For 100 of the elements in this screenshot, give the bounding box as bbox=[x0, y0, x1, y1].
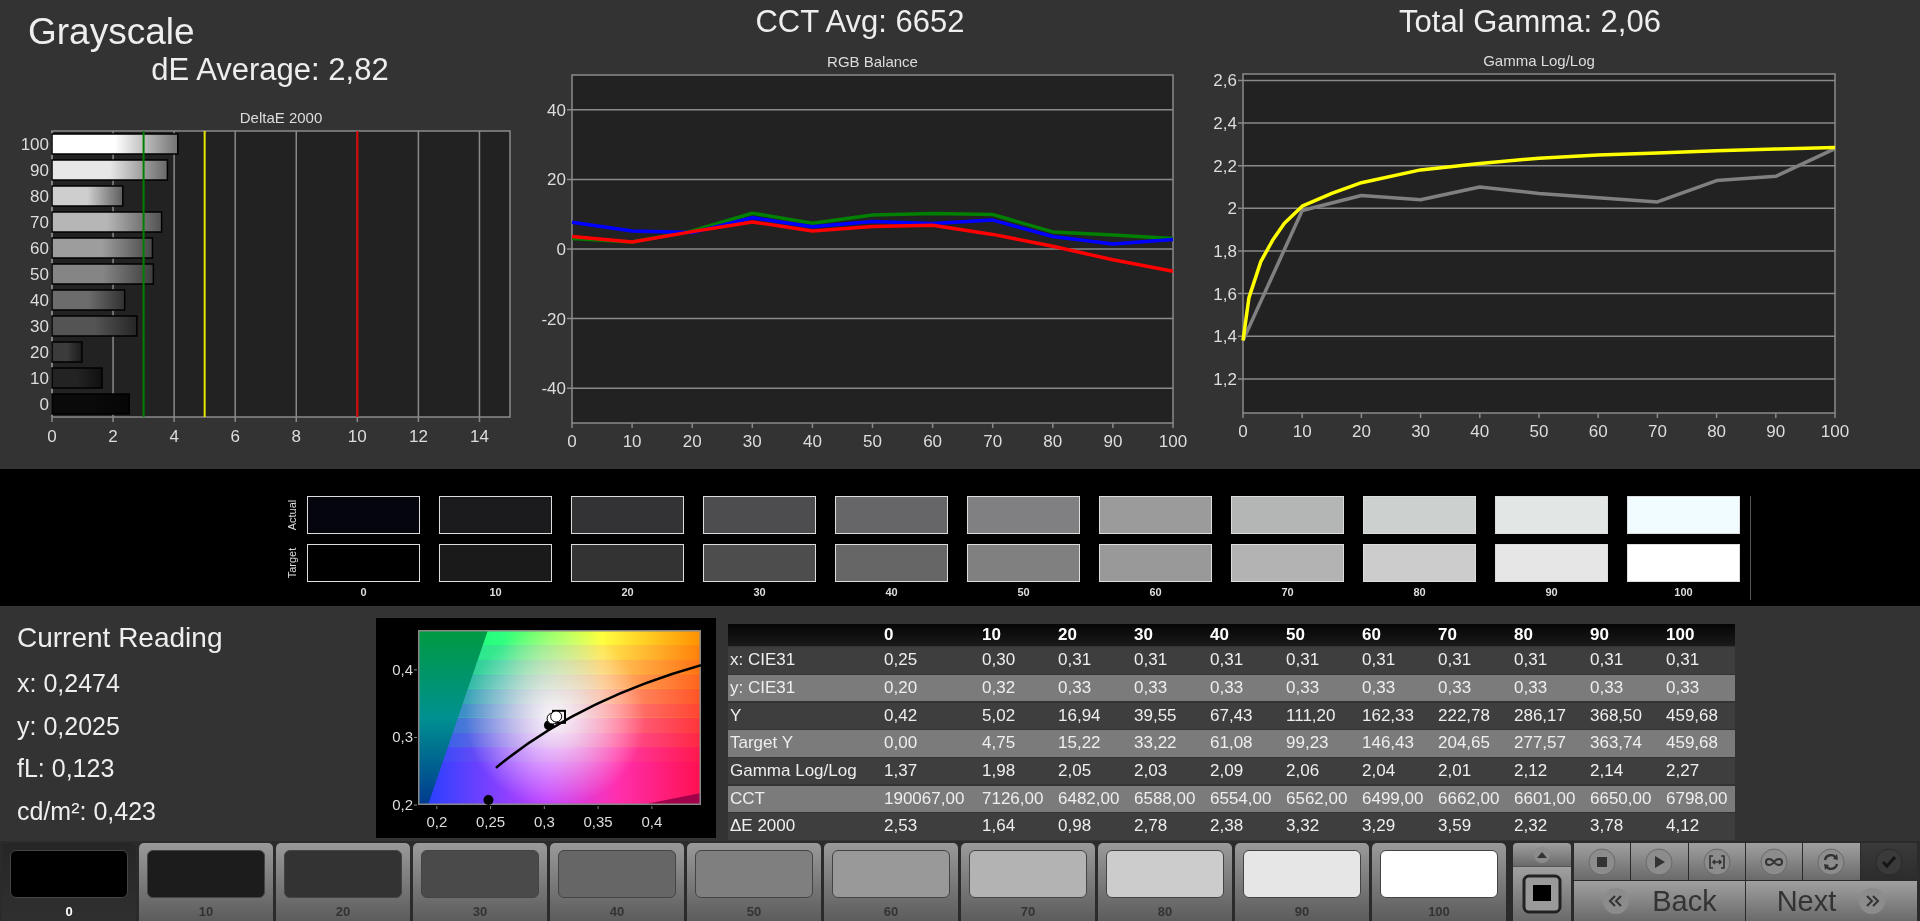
reading-value: cd/m²: 0,423 bbox=[17, 795, 157, 827]
axis-label: 0 bbox=[39, 395, 49, 414]
axis-label: -20 bbox=[541, 309, 566, 329]
column-header: 80 bbox=[1512, 624, 1588, 646]
table-cell: 3,78 bbox=[1588, 813, 1664, 840]
table-cell: 6554,00 bbox=[1208, 785, 1284, 813]
swatch-label: 60 bbox=[1149, 586, 1162, 598]
axis-label: 50 bbox=[1529, 422, 1549, 441]
table-cell: 2,12 bbox=[1512, 757, 1588, 785]
axis-label: 0,25 bbox=[476, 813, 506, 830]
table-cell: 0,31 bbox=[1208, 647, 1284, 674]
swatch-label: 20 bbox=[621, 586, 634, 598]
check-icon bbox=[1874, 847, 1903, 876]
table-cell: 1,98 bbox=[980, 757, 1056, 785]
de-average: dE Average: 2,82 bbox=[150, 52, 390, 89]
column-header: 100 bbox=[1664, 624, 1735, 646]
table-cell: 6482,00 bbox=[1056, 785, 1132, 813]
toolbar-button[interactable] bbox=[1803, 843, 1860, 880]
row-header: Gamma Log/Log bbox=[728, 757, 882, 785]
axis-label: 8 bbox=[291, 427, 301, 446]
table-cell: 368,50 bbox=[1588, 702, 1664, 730]
axis-label: 0,4 bbox=[392, 660, 413, 678]
table-cell: 0,31 bbox=[1360, 647, 1436, 674]
chart-title: Gamma Log/Log bbox=[1483, 52, 1595, 69]
table-cell: 146,43 bbox=[1360, 730, 1436, 757]
axis-label: 80 bbox=[1707, 422, 1727, 441]
toolbar-button[interactable] bbox=[1631, 843, 1688, 880]
axis-label: 14 bbox=[470, 427, 489, 446]
infinity-icon bbox=[1760, 847, 1789, 876]
table-cell: 2,05 bbox=[1056, 757, 1132, 785]
table-cell: 2,09 bbox=[1208, 757, 1284, 785]
column-header: 0 bbox=[882, 624, 980, 646]
table-cell: 67,43 bbox=[1208, 702, 1284, 730]
axis-label: 100 bbox=[1158, 432, 1188, 451]
column-header: 10 bbox=[980, 624, 1056, 646]
table-cell: 0,25 bbox=[882, 647, 980, 674]
axis-label: 20 bbox=[1351, 422, 1371, 441]
table-cell: 363,74 bbox=[1588, 730, 1664, 757]
table-cell: 0,31 bbox=[1512, 647, 1588, 674]
axis-label: 6 bbox=[230, 427, 240, 446]
table-cell: 0,33 bbox=[1056, 674, 1132, 702]
up-button[interactable] bbox=[1513, 843, 1571, 867]
swatch-label: 80 bbox=[1413, 586, 1426, 598]
next-button[interactable]: Next bbox=[1746, 881, 1917, 921]
axis-label: 100 bbox=[1820, 422, 1850, 441]
axis-label: 20 bbox=[547, 170, 566, 190]
table-cell: 162,33 bbox=[1360, 702, 1436, 730]
axis-label: 70 bbox=[983, 432, 1003, 451]
table-cell: 0,33 bbox=[1360, 674, 1436, 702]
axis-label: 60 bbox=[923, 432, 943, 451]
axis-label: 0,3 bbox=[533, 813, 555, 830]
chart-title: RGB Balance bbox=[827, 53, 918, 70]
play-icon bbox=[1645, 847, 1674, 876]
swatch-label: 70 bbox=[1281, 586, 1294, 598]
table-cell: 6798,00 bbox=[1664, 785, 1735, 813]
table-cell: 0,33 bbox=[1588, 674, 1664, 702]
axis-label: 70 bbox=[30, 213, 49, 232]
table-cell: 33,22 bbox=[1132, 730, 1208, 757]
bar bbox=[51, 367, 103, 389]
column-header: 40 bbox=[1208, 624, 1284, 646]
axis-label: 40 bbox=[1470, 422, 1490, 441]
bar bbox=[51, 341, 83, 363]
back-button[interactable]: Back bbox=[1574, 881, 1745, 921]
table-cell: 4,12 bbox=[1664, 813, 1735, 840]
axis-label: 0,3 bbox=[392, 728, 413, 746]
toolbar-button[interactable] bbox=[1574, 843, 1631, 880]
refresh-icon bbox=[1817, 847, 1846, 876]
row-header: ΔE 2000 bbox=[728, 813, 882, 840]
swatch-label: 10 bbox=[489, 586, 502, 598]
table-cell: 6601,00 bbox=[1512, 785, 1588, 813]
patch-button[interactable]: 0 bbox=[2, 843, 136, 921]
stop-button[interactable] bbox=[1513, 867, 1571, 921]
table-cell: 2,01 bbox=[1436, 757, 1512, 785]
axis-label: 30 bbox=[30, 317, 49, 336]
stop-icon bbox=[1522, 874, 1562, 914]
table-cell: 0,31 bbox=[1284, 647, 1360, 674]
swatch-label: 50 bbox=[1017, 586, 1030, 598]
table-cell: 0,31 bbox=[1132, 647, 1208, 674]
table-cell: 3,32 bbox=[1284, 813, 1360, 840]
swatch-label: 30 bbox=[753, 586, 766, 598]
axis-label: 80 bbox=[1043, 432, 1063, 451]
axis-label: -40 bbox=[541, 379, 566, 399]
table-cell: 2,06 bbox=[1284, 757, 1360, 785]
table-cell: 0,31 bbox=[1588, 647, 1664, 674]
table-cell: 2,32 bbox=[1512, 813, 1588, 840]
table-cell: 6662,00 bbox=[1436, 785, 1512, 813]
table-cell: 111,20 bbox=[1284, 702, 1360, 730]
column-header: 60 bbox=[1360, 624, 1436, 646]
double-chevron-right-icon bbox=[1858, 887, 1887, 915]
table-cell: 0,20 bbox=[882, 674, 980, 702]
table-cell: 2,03 bbox=[1132, 757, 1208, 785]
table-cell: 6650,00 bbox=[1588, 785, 1664, 813]
table-cell: 3,29 bbox=[1360, 813, 1436, 840]
table-cell: 2,78 bbox=[1132, 813, 1208, 840]
swatch-label: 90 bbox=[1545, 586, 1558, 598]
table-cell: 4,75 bbox=[980, 730, 1056, 757]
swatch-label: 100 bbox=[1674, 586, 1693, 598]
toolbar-button[interactable] bbox=[1688, 843, 1745, 880]
toolbar-button[interactable] bbox=[1746, 843, 1803, 880]
page-title: Grayscale bbox=[27, 10, 196, 50]
